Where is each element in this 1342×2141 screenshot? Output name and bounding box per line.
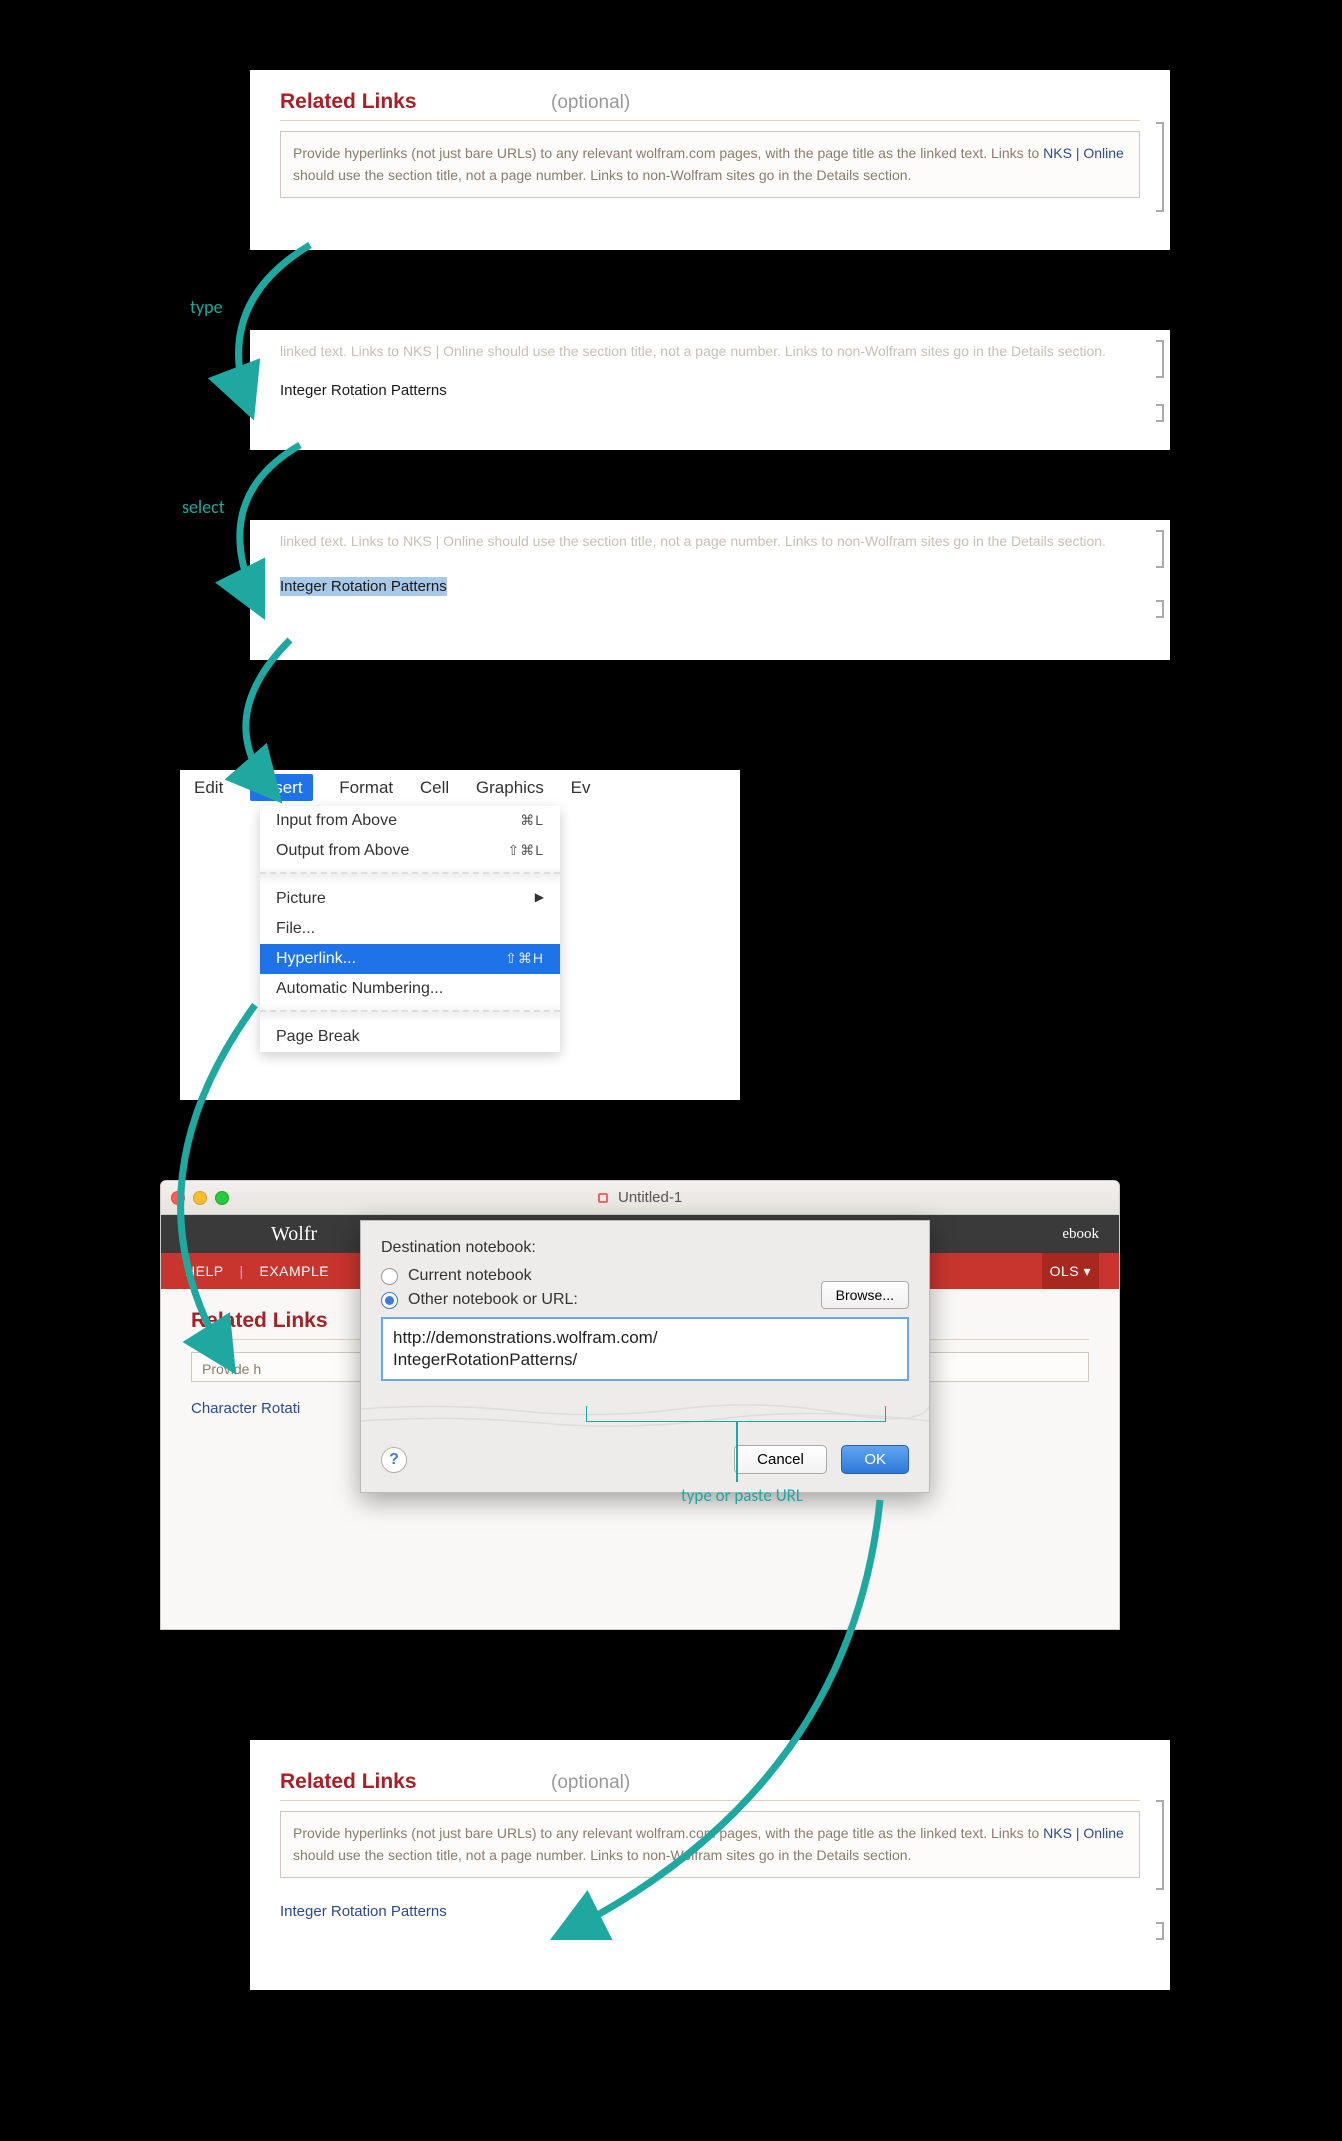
menu-item-label: Hyperlink... — [276, 950, 356, 968]
browse-button[interactable]: Browse... — [821, 1281, 909, 1309]
destination-label: Destination notebook: — [381, 1239, 909, 1257]
close-icon[interactable] — [171, 1191, 185, 1205]
pipe-divider: | — [239, 1263, 243, 1279]
menu-item-output-from-above[interactable]: Output from Above ⇧⌘L — [260, 836, 560, 866]
nks-link[interactable]: NKS | Online — [1043, 1825, 1124, 1841]
cell-bracket-icon[interactable] — [1156, 1800, 1164, 1890]
section-title: Related Links — [280, 1770, 417, 1794]
wolfram-text: Wolfr — [271, 1223, 317, 1245]
menu-item-label: File... — [276, 920, 315, 938]
menu-item-input-from-above[interactable]: Input from Above ⌘L — [260, 806, 560, 836]
mac-traffic-lights[interactable] — [171, 1191, 229, 1205]
section-title: Related Links — [191, 1309, 328, 1333]
menu-item-label: Picture — [276, 890, 326, 908]
menu-item-label: Output from Above — [276, 842, 409, 860]
radio-icon-selected[interactable] — [381, 1292, 398, 1309]
cell-bracket-icon[interactable] — [1156, 530, 1164, 568]
menu-edit[interactable]: Edit — [194, 778, 223, 797]
panel-insert-menu: Edit Insert Format Cell Graphics Ev Inpu… — [180, 770, 740, 1100]
typed-text[interactable]: Integer Rotation Patterns — [280, 382, 1140, 399]
cell-bracket-icon[interactable] — [1156, 404, 1164, 422]
menu-format[interactable]: Format — [339, 778, 393, 797]
submenu-arrow-icon: ▶ — [535, 890, 544, 908]
panel-related-links-initial: Related Links (optional) Provide hyperli… — [250, 70, 1170, 250]
help-text-greyed: linked text. Links to NKS | Online shoul… — [280, 530, 1140, 552]
optional-label: (optional) — [551, 92, 630, 113]
menu-tear — [260, 1004, 560, 1022]
zoom-icon[interactable] — [215, 1191, 229, 1205]
radio-label: Current notebook — [408, 1267, 532, 1285]
window-titlebar[interactable]: Untitled-1 — [161, 1181, 1119, 1215]
url-line2: IntegerRotationPatterns/ — [393, 1349, 897, 1371]
nks-link[interactable]: NKS | Online — [1043, 145, 1124, 161]
menu-item-page-break[interactable]: Page Break — [260, 1022, 560, 1052]
section-title: Related Links — [280, 90, 417, 114]
optional-label: (optional) — [551, 1772, 630, 1793]
menu-bar[interactable]: Edit Insert Format Cell Graphics Ev — [180, 770, 740, 806]
action-label-type: type — [190, 296, 223, 318]
menu-shortcut: ⇧⌘L — [507, 842, 544, 860]
help-button[interactable]: ? — [381, 1447, 407, 1473]
example-tab[interactable]: EXAMPLE — [260, 1263, 330, 1279]
menu-ev[interactable]: Ev — [571, 778, 591, 797]
radio-label: Other notebook or URL: — [408, 1291, 578, 1309]
menu-item-hyperlink[interactable]: Hyperlink... ⇧⌘H — [260, 944, 560, 974]
menu-item-file[interactable]: File... — [260, 914, 560, 944]
menu-graphics[interactable]: Graphics — [476, 778, 544, 797]
help-fragment: Provide h — [202, 1361, 261, 1377]
menu-insert[interactable]: Insert — [250, 774, 313, 801]
panel-after-select: linked text. Links to NKS | Online shoul… — [250, 520, 1170, 660]
menu-shortcut: ⇧⌘H — [505, 950, 544, 968]
cancel-button[interactable]: Cancel — [734, 1445, 827, 1474]
menu-item-label: Input from Above — [276, 812, 397, 830]
menu-item-label: Automatic Numbering... — [276, 980, 443, 998]
panel-after-type: linked text. Links to NKS | Online shoul… — [250, 330, 1170, 450]
radio-icon[interactable] — [381, 1268, 398, 1285]
help-tab[interactable]: HELP — [185, 1263, 224, 1279]
selected-text[interactable]: Integer Rotation Patterns — [280, 577, 447, 596]
url-caption: type or paste URL — [681, 1485, 803, 1506]
help-text-pre: Provide hyperlinks (not just bare URLs) … — [293, 1825, 1043, 1841]
help-text-box: Provide hyperlinks (not just bare URLs) … — [280, 1811, 1140, 1878]
dialog-button-row: ? Cancel OK — [361, 1431, 929, 1492]
cell-bracket-icon[interactable] — [1156, 1922, 1164, 1940]
menu-item-automatic-numbering[interactable]: Automatic Numbering... — [260, 974, 560, 1004]
menu-tear — [260, 866, 560, 884]
section-title-row: Related Links (optional) — [280, 1770, 1140, 1801]
menu-item-label: Page Break — [276, 1028, 360, 1046]
ok-button[interactable]: OK — [841, 1445, 909, 1474]
help-text-post: should use the section title, not a page… — [293, 1847, 911, 1863]
help-text-post: should use the section title, not a page… — [293, 167, 911, 183]
menu-item-picture[interactable]: Picture ▶ — [260, 884, 560, 914]
help-text-box: Provide hyperlinks (not just bare URLs) … — [280, 131, 1140, 198]
cell-bracket-icon[interactable] — [1156, 340, 1164, 378]
window-title: Untitled-1 — [618, 1189, 682, 1206]
insert-dropdown: Input from Above ⌘L Output from Above ⇧⌘… — [260, 806, 560, 1052]
section-title-row: Related Links (optional) — [280, 90, 1140, 121]
help-text-greyed: linked text. Links to NKS | Online shoul… — [280, 340, 1140, 362]
doc-icon — [598, 1193, 608, 1203]
panel-final-result: Related Links (optional) Provide hyperli… — [250, 1740, 1170, 1990]
hyperlink-dialog: Destination notebook: Current notebook O… — [360, 1220, 930, 1493]
menu-cell[interactable]: Cell — [420, 778, 449, 797]
url-line1: http://demonstrations.wolfram.com/ — [393, 1327, 897, 1349]
cell-bracket-icon[interactable] — [1156, 122, 1164, 212]
url-bracket-annotation — [586, 1406, 886, 1422]
minimize-icon[interactable] — [193, 1191, 207, 1205]
cell-bracket-icon[interactable] — [1156, 600, 1164, 618]
ebook-fragment: ebook — [1062, 1215, 1099, 1253]
panel-hyperlink-dialog: Untitled-1 Wolfr ebook HELP | EXAMPLE OL… — [160, 1180, 1120, 1630]
url-input[interactable]: http://demonstrations.wolfram.com/ Integ… — [381, 1317, 909, 1381]
result-hyperlink[interactable]: Integer Rotation Patterns — [280, 1903, 1140, 1920]
help-text-pre: Provide hyperlinks (not just bare URLs) … — [293, 145, 1043, 161]
ols-dropdown[interactable]: OLS ▾ — [1042, 1253, 1099, 1289]
action-label-select: select — [182, 496, 225, 518]
menu-shortcut: ⌘L — [520, 812, 544, 830]
